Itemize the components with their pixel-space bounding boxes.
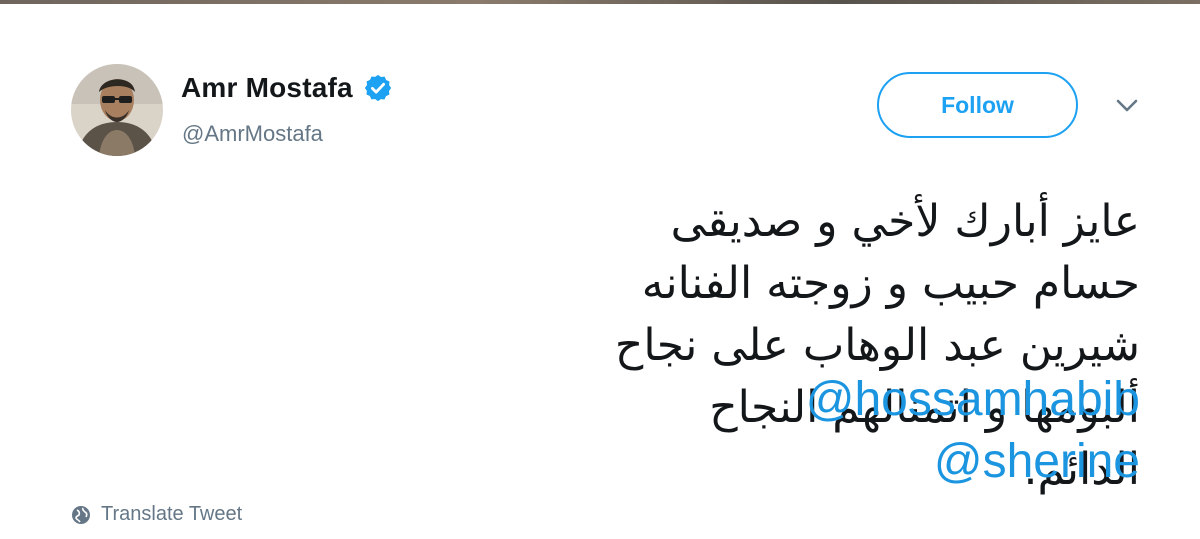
follow-button[interactable]: Follow	[877, 72, 1078, 138]
chevron-down-icon[interactable]	[1113, 96, 1141, 116]
author-name-row: Amr Mostafa	[181, 72, 393, 104]
verified-badge-icon	[364, 74, 391, 102]
globe-icon	[72, 505, 90, 524]
author-handle[interactable]: @AmrMostafa	[182, 121, 323, 147]
mention-link-sherine[interactable]: @sherine	[934, 434, 1140, 489]
translate-tweet-label: Translate Tweet	[101, 503, 243, 525]
mention-link-hossamhabib[interactable]: @hossamhabib	[806, 372, 1140, 427]
author-display-name[interactable]: Amr Mostafa	[181, 72, 353, 104]
top-image-strip	[0, 0, 1200, 4]
avatar[interactable]	[71, 64, 163, 156]
translate-tweet-button[interactable]: Translate Tweet	[71, 503, 242, 526]
tweet-card: Amr Mostafa @AmrMostafa Follow عايز أبار…	[0, 0, 1200, 539]
